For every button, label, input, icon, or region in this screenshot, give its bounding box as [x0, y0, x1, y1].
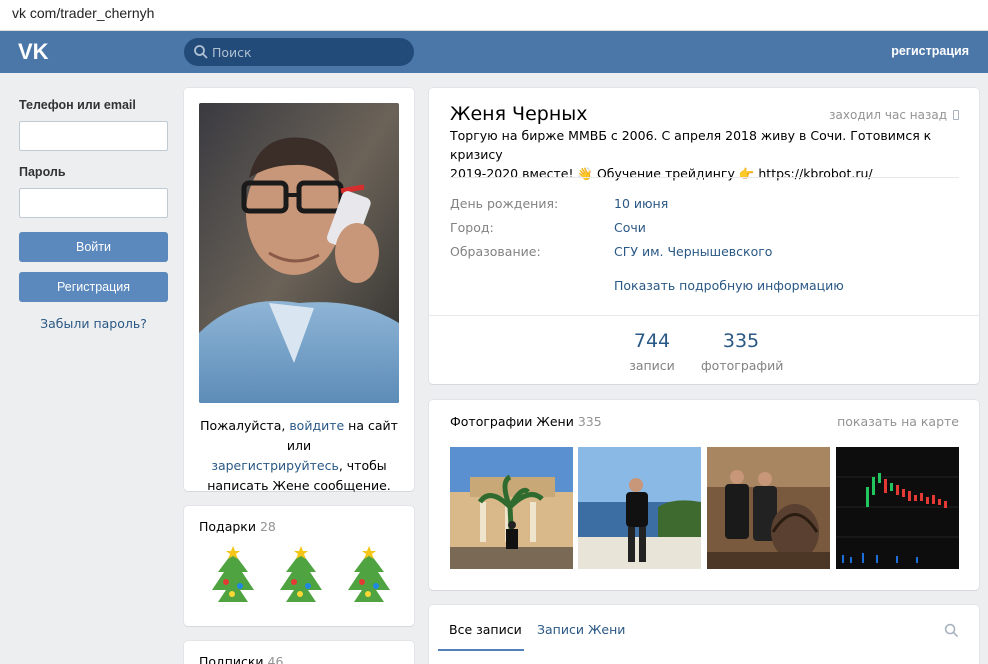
show-more-info-link[interactable]: Показать подробную информацию — [614, 278, 844, 293]
posts-counter[interactable]: 744 записи — [629, 330, 675, 373]
wall-card: Все записи Записи Жени — [429, 605, 979, 664]
mobile-icon — [953, 110, 959, 120]
phone-email-field[interactable] — [19, 121, 168, 151]
photo-thumbnail[interactable] — [707, 447, 830, 569]
photo-thumbnail[interactable] — [578, 447, 701, 569]
status-line: Торгую на бирже ММВБ с 2006. С апреля 20… — [450, 128, 932, 162]
gifts-card[interactable]: Подарки 28 — [184, 506, 414, 626]
register-button[interactable]: Регистрация — [19, 272, 168, 302]
city-value[interactable]: Сочи — [614, 220, 646, 235]
gifts-title-text: Подарки — [199, 519, 256, 534]
top-header: VK регистрация — [0, 31, 988, 73]
login-prompt: Пожалуйста, войдите на сайт или зарегист… — [194, 416, 404, 496]
tree-icon[interactable] — [272, 544, 330, 608]
subscriptions-card[interactable]: Подписки 46 — [184, 641, 414, 664]
education-label: Образование: — [450, 244, 541, 259]
login-prompt-text: Пожалуйста, — [200, 418, 290, 433]
status-line: 2019-2020 вместе! 👋 Обучение трейдингу 👉… — [450, 166, 873, 181]
photos-card: Фотографии Жени 335 показать на карте — [429, 400, 979, 590]
active-tab-indicator — [438, 649, 524, 651]
search-icon — [194, 45, 208, 59]
photo-thumbnail-image — [450, 447, 573, 569]
photo-thumbnail[interactable] — [450, 447, 573, 569]
password-field[interactable] — [19, 188, 168, 218]
tab-all-posts[interactable]: Все записи — [449, 622, 522, 637]
education-value[interactable]: СГУ им. Чернышевского — [614, 244, 772, 259]
subscriptions-count: 46 — [267, 654, 284, 664]
page-title: Женя Черных — [450, 103, 588, 125]
birthday-label: День рождения: — [450, 196, 559, 211]
photos-title-text: Фотографии Жени — [450, 414, 574, 429]
profile-photo-image — [199, 103, 399, 403]
profile-status: Торгую на бирже ММВБ с 2006. С апреля 20… — [450, 126, 960, 183]
search-icon[interactable] — [944, 623, 959, 638]
divider — [450, 177, 959, 178]
last-seen-status: заходил час назад — [829, 108, 959, 122]
url-text[interactable]: vk com/trader_chernyh — [12, 5, 154, 21]
photo-thumbnail[interactable] — [836, 447, 959, 569]
photos-title[interactable]: Фотографии Жени 335 — [450, 414, 602, 429]
search-box[interactable] — [184, 38, 414, 66]
search-input[interactable] — [212, 38, 408, 66]
photo-thumbnail-image — [836, 447, 959, 569]
city-label: Город: — [450, 220, 494, 235]
tree-icon[interactable] — [204, 544, 262, 608]
header-register-link[interactable]: регистрация — [891, 44, 969, 58]
photos-counter[interactable]: 335 фотографий — [701, 330, 784, 373]
last-seen-text: заходил час назад — [829, 108, 947, 122]
browser-address-bar[interactable]: vk com/trader_chernyh — [0, 0, 988, 31]
login-button[interactable]: Войти — [19, 232, 168, 262]
forgot-password-link[interactable]: Забыли пароль? — [19, 316, 168, 331]
subscriptions-title-text: Подписки — [199, 654, 264, 664]
profile-photo[interactable] — [199, 103, 399, 403]
photo-thumbnail-image — [707, 447, 830, 569]
svg-text:VK: VK — [18, 39, 49, 63]
posts-label: записи — [629, 358, 675, 373]
profile-info-card: Женя Черных заходил час назад Торгую на … — [429, 88, 979, 384]
gifts-count: 28 — [259, 519, 276, 534]
subscriptions-title[interactable]: Подписки 46 — [199, 654, 283, 664]
photo-thumbnail-image — [578, 447, 701, 569]
photos-title-count: 335 — [577, 414, 602, 429]
photos-count: 335 — [722, 330, 760, 352]
divider — [429, 315, 979, 316]
posts-count: 744 — [633, 330, 671, 352]
photos-label: фотографий — [701, 358, 784, 373]
tab-owner-posts[interactable]: Записи Жени — [537, 622, 625, 637]
login-prompt-register-link[interactable]: зарегистрируйтесь — [211, 458, 339, 473]
tree-icon[interactable] — [340, 544, 398, 608]
avatar-card: Пожалуйста, войдите на сайт или зарегист… — [184, 88, 414, 493]
birthday-value[interactable]: 10 июня — [614, 196, 668, 211]
phone-label: Телефон или email — [19, 98, 136, 112]
login-prompt-signin-link[interactable]: войдите — [289, 418, 344, 433]
show-on-map-link[interactable]: показать на карте — [837, 414, 959, 429]
vk-logo-icon[interactable]: VK — [18, 39, 52, 63]
login-form: Телефон или email Пароль Войти Регистрац… — [19, 98, 168, 331]
password-label: Пароль — [19, 165, 66, 179]
gifts-title[interactable]: Подарки 28 — [199, 519, 276, 534]
